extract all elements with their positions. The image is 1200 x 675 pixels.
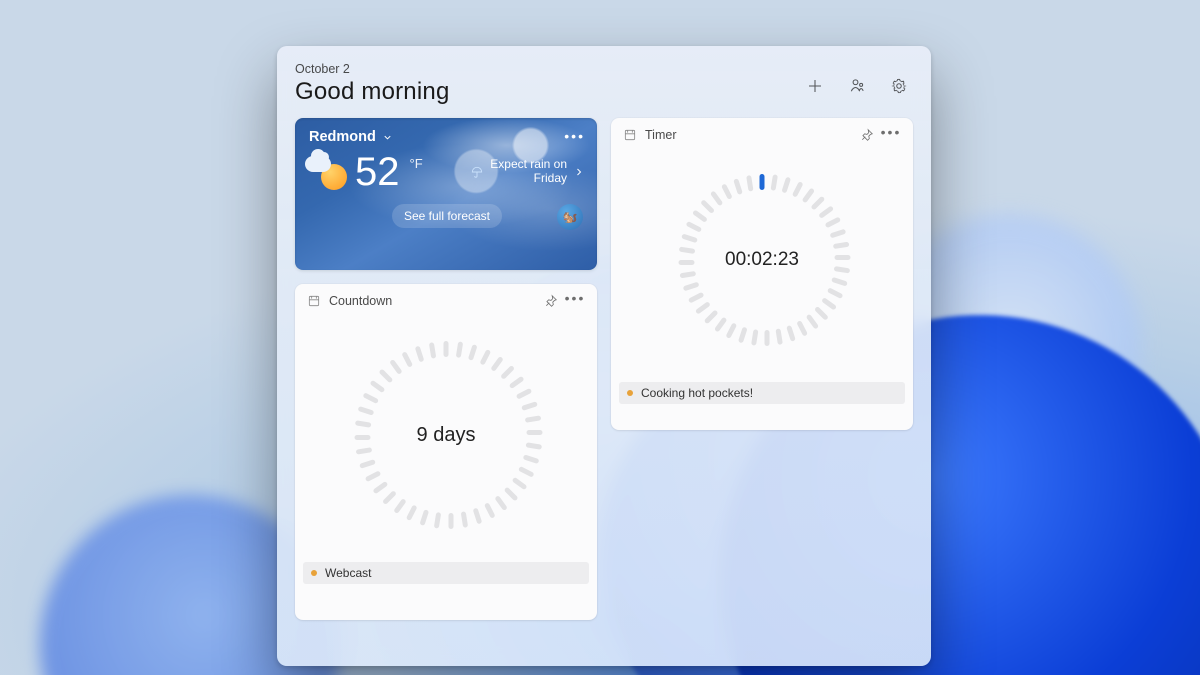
- panel-header: October 2 Good morning: [295, 62, 913, 106]
- weather-location: Redmond: [309, 129, 376, 145]
- weather-alert-link[interactable]: Expect rain on Friday: [470, 158, 585, 186]
- header-date: October 2: [295, 62, 450, 76]
- countdown-more-button[interactable]: •••: [563, 289, 587, 313]
- status-dot-icon: [627, 390, 633, 396]
- more-icon: •••: [565, 291, 586, 305]
- timer-dial: 00:02:23: [662, 160, 862, 360]
- timer-card: Timer ••• 00:02:23 Cooking hot pockets!: [611, 118, 913, 430]
- pin-icon: [544, 294, 558, 308]
- app-icon: [623, 128, 637, 142]
- add-widget-button[interactable]: [805, 76, 825, 96]
- app-icon: [307, 294, 321, 308]
- timer-status-text: Cooking hot pockets!: [641, 386, 753, 400]
- weather-provider-badge[interactable]: 🐿️: [557, 204, 583, 230]
- timer-pin-button[interactable]: [855, 123, 879, 147]
- weather-more-button[interactable]: •••: [564, 128, 585, 146]
- timer-title: Timer: [645, 128, 676, 142]
- widgets-panel: October 2 Good morning Redmond: [277, 46, 931, 666]
- countdown-value: 9 days: [341, 330, 551, 540]
- weather-location-selector[interactable]: Redmond: [309, 129, 393, 145]
- umbrella-icon: [470, 165, 484, 179]
- chevron-down-icon: [382, 132, 393, 143]
- settings-button[interactable]: [889, 76, 909, 96]
- more-icon: •••: [564, 128, 585, 144]
- countdown-title: Countdown: [329, 294, 392, 308]
- pin-icon: [860, 128, 874, 142]
- person-icon: [848, 77, 866, 95]
- status-dot-icon: [311, 570, 317, 576]
- gear-icon: [890, 77, 908, 95]
- chevron-right-icon: [573, 166, 585, 178]
- account-button[interactable]: [847, 76, 867, 96]
- countdown-card: Countdown ••• 9 days Webcast: [295, 284, 597, 620]
- timer-status[interactable]: Cooking hot pockets!: [619, 382, 905, 404]
- timer-more-button[interactable]: •••: [879, 123, 903, 147]
- weather-alert-text-2: Friday: [490, 172, 567, 186]
- plus-icon: [806, 77, 824, 95]
- weather-temperature: 52: [355, 152, 400, 192]
- weather-alert-text-1: Expect rain on: [490, 158, 567, 172]
- weather-condition-icon: [309, 152, 347, 190]
- more-icon: •••: [881, 125, 902, 139]
- countdown-status[interactable]: Webcast: [303, 562, 589, 584]
- countdown-dial: 9 days: [341, 330, 551, 540]
- header-greeting: Good morning: [295, 78, 450, 106]
- countdown-status-text: Webcast: [325, 566, 371, 580]
- countdown-pin-button[interactable]: [539, 289, 563, 313]
- weather-card[interactable]: Redmond ••• 52 °F: [295, 118, 597, 270]
- weather-unit: °F: [410, 156, 423, 171]
- see-full-forecast-button[interactable]: See full forecast: [392, 204, 502, 228]
